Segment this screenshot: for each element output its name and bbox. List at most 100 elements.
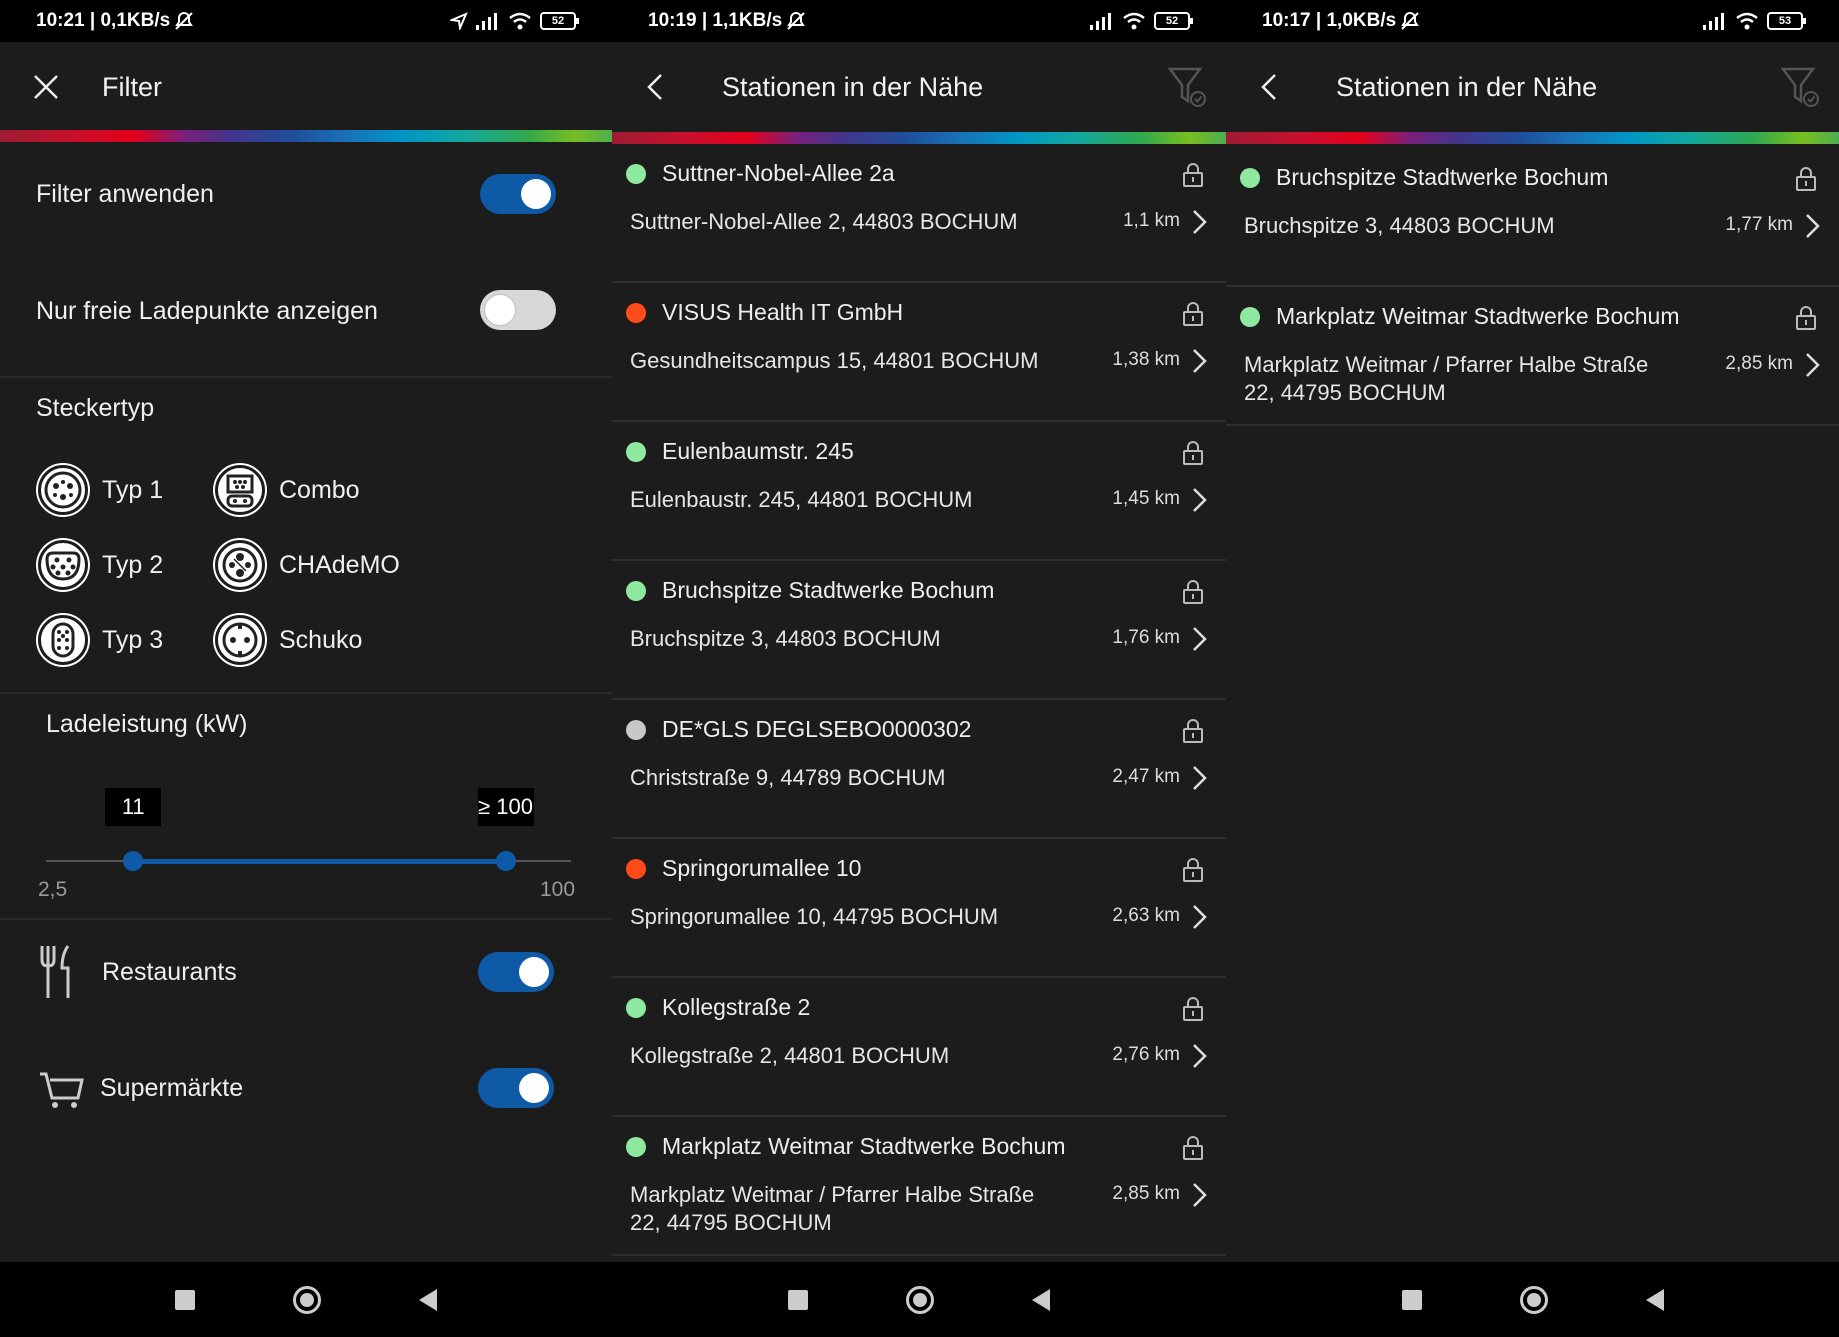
plug-label: Typ 2	[102, 550, 164, 579]
plug-option-chademo[interactable]: CHAdeMO	[215, 540, 400, 590]
toggle-knob	[485, 295, 515, 325]
plug-option-typ1[interactable]: Typ 1	[38, 465, 163, 515]
system-nav-bar	[1226, 1262, 1839, 1337]
back-icon[interactable]	[1260, 72, 1278, 102]
restaurants-toggle[interactable]	[478, 952, 554, 992]
station-distance: 1,38 km	[1112, 349, 1180, 370]
home-button[interactable]	[906, 1285, 934, 1314]
supermarkets-label: Supermärkte	[100, 1074, 244, 1102]
mute-icon	[175, 11, 194, 30]
free-only-toggle[interactable]	[480, 290, 556, 330]
slider-value-tooltip-low: 11	[105, 788, 162, 826]
recents-button[interactable]	[1401, 1289, 1422, 1310]
availability-status-dot	[626, 303, 646, 323]
power-title: Ladeleistung (kW)	[46, 710, 248, 738]
supermarkets-toggle[interactable]	[478, 1068, 554, 1108]
station-address: Bruchspitze 3, 44803 BOCHUM	[1244, 213, 1555, 238]
station-list-item[interactable]: VISUS Health IT GmbH Gesundheitscampus 15…	[612, 283, 1226, 422]
filter-active-icon[interactable]	[1168, 65, 1208, 109]
station-list-item[interactable]: Bruchspitze Stadtwerke Bochum Bruchspitze…	[1226, 148, 1839, 287]
status-time: 10:21 | 0,1KB/s	[36, 10, 171, 31]
page-title: Stationen in der Nähe	[1336, 71, 1598, 102]
filter-apply-toggle[interactable]	[480, 174, 556, 214]
plug-label: Schuko	[279, 625, 363, 654]
recents-button[interactable]	[175, 1289, 195, 1310]
plug-option-schuko[interactable]: Schuko	[215, 615, 362, 665]
station-list-item[interactable]: Kollegstraße 2 Kollegstraße 2, 44801 BOCH…	[612, 978, 1226, 1117]
battery-icon: 52	[1154, 12, 1193, 30]
stations-screen-full: 10:19 | 1,1KB/s 52 Stationen in der Nähe…	[612, 0, 1226, 1337]
back-nav-button[interactable]	[1645, 1288, 1664, 1311]
station-distance: 1,1 km	[1122, 210, 1180, 231]
filter-active-icon[interactable]	[1781, 65, 1821, 109]
home-button[interactable]	[1519, 1285, 1548, 1314]
slider-value-tooltip-high: ≥ 100	[477, 788, 534, 826]
chevron-right-icon	[1806, 353, 1820, 377]
station-list-item[interactable]: Springorumallee 10 Springorumallee 10, 44…	[612, 839, 1226, 978]
chevron-right-icon	[1193, 1183, 1207, 1207]
location-icon	[450, 12, 468, 30]
wifi-icon	[1736, 12, 1758, 30]
plug-label: CHAdeMO	[279, 550, 400, 579]
home-button[interactable]	[293, 1285, 321, 1314]
combo-plug-icon	[215, 465, 265, 515]
station-name: Springorumallee 10	[662, 855, 862, 881]
station-address: Markplatz Weitmar / Pfarrer Halbe Straße…	[630, 1182, 1035, 1235]
slider-high-value: ≥ 100	[478, 794, 533, 819]
plug-label: Typ 1	[102, 475, 164, 504]
divider	[0, 692, 612, 694]
station-list-item[interactable]: Bruchspitze Stadtwerke Bochum Bruchspitze…	[612, 561, 1226, 700]
slider-thumb-high[interactable]	[495, 851, 516, 871]
status-bar: 10:17 | 1,0KB/s 53	[1226, 0, 1839, 42]
station-list-item[interactable]: Suttner-Nobel-Allee 2a Suttner-Nobel-Alle…	[612, 144, 1226, 283]
recents-button[interactable]	[788, 1289, 808, 1310]
chevron-right-icon	[1193, 1044, 1207, 1068]
status-time: 10:19 | 1,1KB/s	[648, 10, 783, 31]
availability-status-dot	[626, 1137, 646, 1157]
station-list-item[interactable]: Eulenbaumstr. 245 Eulenbaustr. 245, 44801…	[612, 422, 1226, 561]
battery-icon: 52	[540, 12, 579, 30]
wifi-icon	[1123, 12, 1145, 30]
station-address: Markplatz Weitmar / Pfarrer Halbe Straße…	[1244, 352, 1649, 405]
slider-thumb-low[interactable]	[123, 851, 144, 871]
power-slider[interactable]: 11 ≥ 100	[46, 785, 571, 885]
brand-stripe	[612, 132, 1226, 144]
station-name: Bruchspitze Stadtwerke Bochum	[1276, 164, 1609, 190]
back-icon[interactable]	[646, 72, 664, 102]
lock-icon	[1183, 1136, 1203, 1160]
chevron-right-icon	[1193, 905, 1207, 929]
station-distance: 1,76 km	[1112, 627, 1180, 648]
chademo-plug-icon	[215, 540, 265, 590]
type1-plug-icon	[38, 465, 88, 515]
mute-icon	[787, 11, 806, 30]
station-name: Kollegstraße 2	[662, 994, 811, 1020]
plug-option-combo[interactable]: Combo	[215, 465, 360, 515]
toggle-knob	[521, 179, 551, 209]
plug-option-typ3[interactable]: Typ 3	[38, 615, 163, 665]
schuko-plug-icon	[215, 615, 265, 665]
station-name: Suttner-Nobel-Allee 2a	[662, 160, 895, 186]
back-nav-button[interactable]	[1032, 1288, 1050, 1311]
signal-icon	[476, 13, 497, 30]
brand-stripe	[0, 130, 612, 142]
station-name: Markplatz Weitmar Stadtwerke Bochum	[1276, 303, 1680, 329]
close-icon[interactable]	[32, 73, 60, 101]
status-bar: 10:19 | 1,1KB/s 52	[612, 0, 1226, 42]
system-nav-bar	[612, 1262, 1226, 1337]
restaurants-label: Restaurants	[102, 958, 237, 986]
lock-icon	[1183, 719, 1203, 743]
plug-option-typ2[interactable]: Typ 2	[38, 540, 163, 590]
station-address: Kollegstraße 2, 44801 BOCHUM	[630, 1043, 950, 1068]
availability-status-dot	[626, 164, 646, 184]
station-name: Eulenbaumstr. 245	[662, 438, 854, 464]
plug-label: Typ 3	[102, 625, 164, 654]
station-distance: 2,63 km	[1112, 905, 1180, 926]
lock-icon	[1183, 580, 1203, 604]
restaurant-icon	[40, 945, 70, 998]
back-nav-button[interactable]	[419, 1288, 437, 1311]
availability-status-dot	[626, 720, 646, 740]
station-list-item[interactable]: Markplatz Weitmar Stadtwerke Bochum Markp…	[612, 1117, 1226, 1256]
divider	[0, 376, 612, 378]
station-list-item[interactable]: DE*GLS DEGLSEBO0000302 Christstraße 9, 44…	[612, 700, 1226, 839]
station-list-item[interactable]: Markplatz Weitmar Stadtwerke Bochum Markp…	[1226, 287, 1839, 426]
